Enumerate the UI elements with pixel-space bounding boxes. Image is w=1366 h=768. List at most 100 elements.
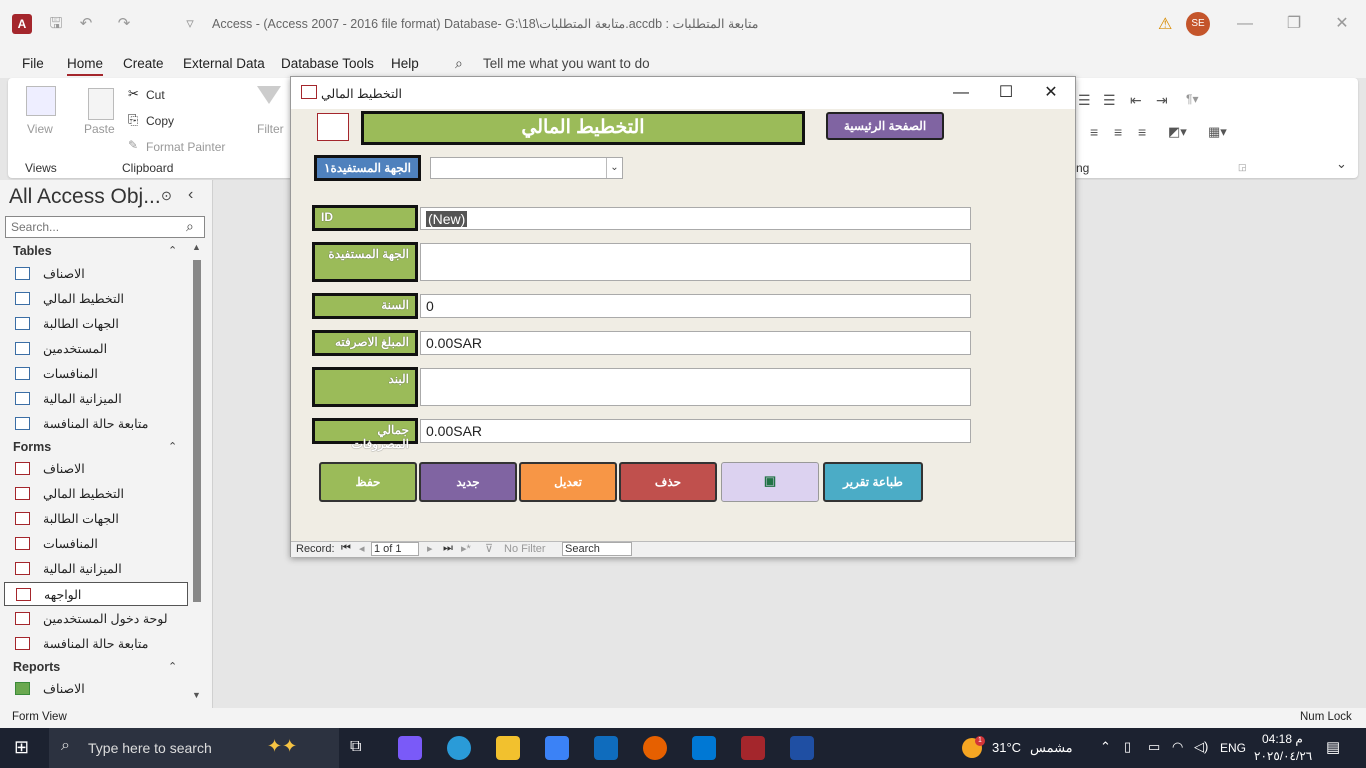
show-hidden-icons-icon[interactable]: ⌃ (1100, 739, 1111, 755)
temperature-text[interactable]: 31°C (992, 740, 1021, 755)
paragraph-direction-icon[interactable]: ¶▾ (1186, 92, 1198, 106)
vscode-icon[interactable] (692, 736, 716, 760)
wifi-icon[interactable]: ◠ (1172, 739, 1183, 755)
beneficiary-filter-combo[interactable]: ⌄ (430, 157, 623, 179)
edge-icon[interactable] (447, 736, 471, 760)
restore-icon[interactable]: ❐ (1279, 10, 1309, 38)
dialog-launcher-icon[interactable]: ◲ (1238, 162, 1247, 173)
cut-button[interactable]: Cut (146, 88, 165, 102)
maximize-icon[interactable]: ☐ (991, 81, 1021, 105)
last-record-icon[interactable]: ⏭ (443, 542, 453, 555)
form-item[interactable]: الاصناف (4, 457, 188, 481)
paste-icon[interactable] (88, 88, 114, 120)
no-filter-indicator[interactable]: No Filter (504, 543, 546, 555)
table-item[interactable]: المستخدمين (4, 337, 188, 361)
scroll-down-icon[interactable]: ▼ (192, 690, 201, 700)
form-item[interactable]: الميزانية المالية (4, 557, 188, 581)
store-icon[interactable] (545, 736, 569, 760)
file-explorer-icon[interactable] (496, 736, 520, 760)
section-reports[interactable]: Reports (13, 660, 60, 674)
minimize-icon[interactable]: — (1230, 10, 1260, 38)
section-forms[interactable]: Forms (13, 440, 51, 454)
close-icon[interactable]: ✕ (1036, 81, 1066, 105)
edit-button[interactable]: تعديل (519, 462, 617, 502)
taskbar-search[interactable]: ⌕ Type here to search ✦✦ (49, 728, 339, 768)
save-button[interactable]: حفظ (319, 462, 417, 502)
minimize-icon[interactable]: — (946, 81, 976, 105)
copilot-icon[interactable] (398, 736, 422, 760)
redo-icon[interactable]: ↷ (114, 14, 134, 34)
save-icon[interactable]: 🖫 (46, 14, 66, 34)
battery-icon[interactable]: ▭ (1148, 739, 1160, 755)
menu-database-tools[interactable]: Database Tools (281, 56, 374, 71)
app-taskbar-icon[interactable] (790, 736, 814, 760)
form-item[interactable]: التخطيط المالي (4, 482, 188, 506)
align-right-icon[interactable]: ≡ (1138, 124, 1146, 140)
form-item[interactable]: متابعة حالة المنافسة (4, 632, 188, 656)
language-indicator[interactable]: ENG (1220, 741, 1246, 755)
windows-start-icon[interactable]: ⊞ (14, 737, 29, 758)
home-page-button[interactable]: الصفحة الرئيسية (826, 112, 944, 140)
id-field[interactable]: (New) (420, 207, 971, 230)
menu-external-data[interactable]: External Data (183, 56, 265, 71)
next-record-icon[interactable]: ▸ (427, 542, 433, 555)
customize-quick-access-icon[interactable]: ▿ (180, 14, 200, 34)
form-item[interactable]: الجهات الطالبة (4, 507, 188, 531)
align-center-icon[interactable]: ≡ (1114, 124, 1122, 140)
menu-help[interactable]: Help (391, 56, 419, 71)
numbering-icon[interactable]: ☰ (1103, 92, 1116, 109)
nav-search-input[interactable] (5, 216, 205, 238)
chevron-up-icon[interactable]: ⌃ (168, 660, 177, 673)
warning-icon[interactable]: ⚠ (1158, 14, 1172, 34)
table-item[interactable]: متابعة حالة المنافسة (4, 412, 188, 436)
record-position[interactable]: 1 of 1 (371, 542, 419, 556)
close-icon[interactable]: ✕ (1327, 10, 1357, 38)
weather-text[interactable]: مشمس (1030, 740, 1073, 756)
filter-icon[interactable] (257, 86, 281, 116)
increase-indent-icon[interactable]: ⇥ (1156, 92, 1168, 109)
align-left-icon[interactable]: ≡ (1090, 124, 1098, 140)
decrease-indent-icon[interactable]: ⇤ (1130, 92, 1142, 109)
export-excel-button[interactable]: ▣ (721, 462, 819, 502)
outlook-icon[interactable] (594, 736, 618, 760)
shutter-bar-close-icon[interactable]: ‹ (188, 186, 193, 204)
record-search-input[interactable]: Search (562, 542, 632, 556)
scrollbar-thumb[interactable] (193, 260, 201, 602)
menu-file[interactable]: File (22, 56, 44, 71)
print-report-button[interactable]: طباعة تقرير (823, 462, 923, 502)
total-expenses-field[interactable]: 0.00SAR (420, 419, 971, 443)
table-item[interactable]: المنافسات (4, 362, 188, 386)
amount-spent-field[interactable]: 0.00SAR (420, 331, 971, 355)
form-item[interactable]: المنافسات (4, 532, 188, 556)
table-item[interactable]: الميزانية المالية (4, 387, 188, 411)
view-button[interactable]: View (27, 122, 53, 136)
report-item[interactable]: الاصناف (4, 677, 188, 701)
menu-create[interactable]: Create (123, 56, 164, 71)
nav-pane-title[interactable]: All Access Obj... (9, 185, 161, 209)
year-field[interactable]: 0 (420, 294, 971, 318)
access-taskbar-icon[interactable] (741, 736, 765, 760)
tell-me-box[interactable]: Tell me what you want to do (483, 56, 650, 71)
bullets-icon[interactable]: ☰ (1078, 92, 1091, 109)
undo-icon[interactable]: ↶ (76, 14, 96, 34)
task-view-icon[interactable]: ⧉ (350, 738, 361, 756)
copy-button[interactable]: Copy (146, 114, 174, 128)
clock-date[interactable]: ٢٠٢٥/٠٤/٢٦ (1254, 749, 1312, 763)
chevron-up-icon[interactable]: ⌃ (168, 244, 177, 257)
collapse-ribbon-icon[interactable]: ⌄ (1336, 156, 1347, 172)
avatar[interactable]: SE (1186, 12, 1210, 36)
firefox-icon[interactable] (643, 736, 667, 760)
filter-button[interactable]: Filter (257, 122, 284, 136)
format-painter-button[interactable]: Format Painter (146, 140, 225, 154)
form-item[interactable]: لوحة دخول المستخدمين (4, 607, 188, 631)
item-field[interactable] (420, 368, 971, 406)
gridlines-icon[interactable]: ▦▾ (1208, 124, 1227, 140)
nav-menu-chevron-icon[interactable]: ⊙ (161, 188, 172, 204)
view-icon[interactable] (26, 86, 56, 116)
table-item[interactable]: التخطيط المالي (4, 287, 188, 311)
form-item-selected[interactable]: الواجهه (4, 582, 188, 606)
table-item[interactable]: الجهات الطالبة (4, 312, 188, 336)
table-item[interactable]: الاصناف (4, 262, 188, 286)
menu-home[interactable]: Home (67, 56, 104, 76)
notifications-icon[interactable]: ▤ (1326, 738, 1340, 756)
